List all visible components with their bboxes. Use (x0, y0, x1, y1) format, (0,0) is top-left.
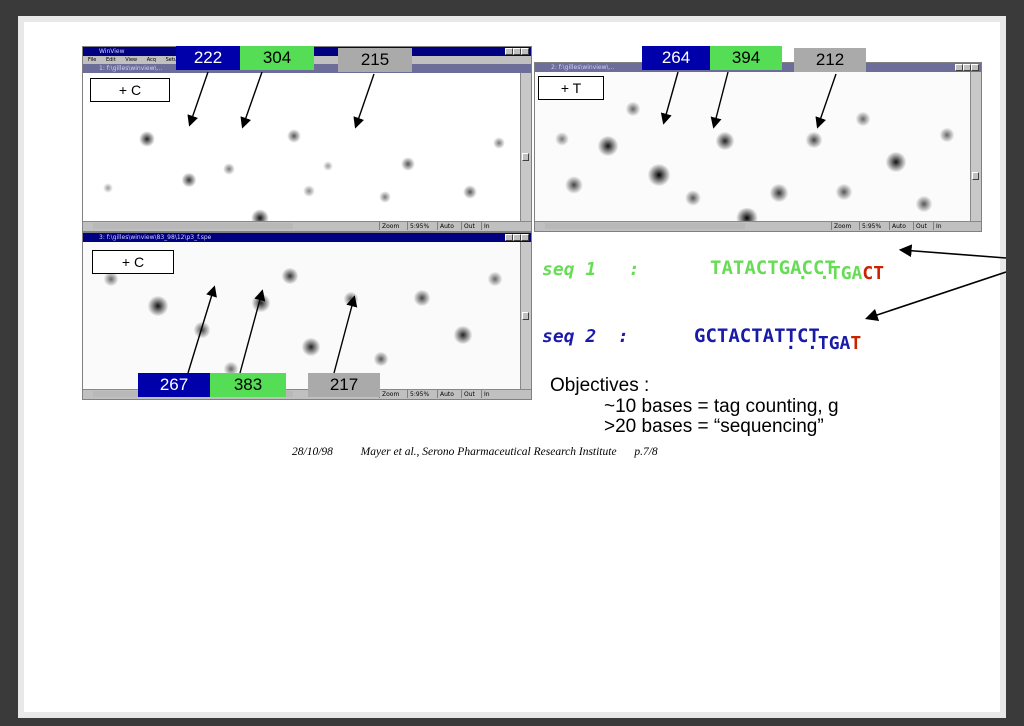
arrow (353, 73, 375, 129)
slide-page: WinView File Edit View Acq Setup 1: f:\g… (18, 16, 1006, 718)
arrow (710, 71, 729, 129)
arrow (333, 295, 358, 374)
arrow (898, 244, 1006, 259)
arrow (815, 73, 837, 129)
annotation-arrows (187, 71, 1006, 374)
arrow (239, 289, 266, 374)
arrow (240, 71, 263, 129)
arrow (660, 71, 679, 125)
arrow (187, 285, 217, 374)
arrow (864, 271, 1006, 322)
arrow (187, 71, 209, 127)
